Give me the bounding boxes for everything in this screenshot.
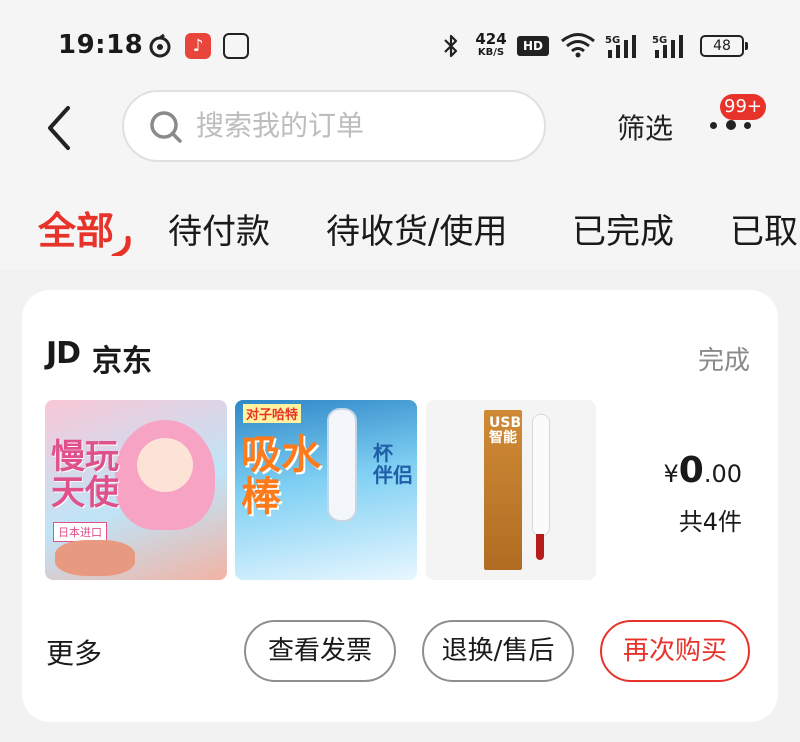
search-placeholder: 搜索我的订单 (196, 109, 365, 142)
product-image-title: 吸水 棒 (241, 434, 321, 518)
filter-button[interactable]: 筛选 (617, 107, 673, 147)
shop-name[interactable]: 京东 (92, 336, 152, 380)
product-image-tag: 日本进口 (53, 522, 107, 542)
tab-pending-receipt[interactable]: 待收货/使用 (326, 204, 507, 253)
bluetooth-icon (444, 34, 458, 58)
product-image-title-line: 棒 (241, 474, 281, 520)
price-decimal: .00 (703, 460, 742, 488)
signal-5g-icon-secondary: 5G (652, 35, 683, 58)
product-box-text: USB智能 (489, 415, 522, 447)
buy-again-button[interactable]: 再次购买 (600, 620, 750, 682)
tab-all[interactable]: 全部 (38, 200, 114, 255)
status-bar: 19:18 ♪ 424 KB/S HD 5G 5G 48 (0, 0, 800, 90)
network-speed-unit: KB/S (477, 47, 505, 58)
order-status: 完成 (697, 346, 750, 376)
product-image-title: 慢玩 天使 (51, 437, 119, 513)
product-image-brand: 对子哈特 (243, 404, 302, 423)
product-image-title-line: 慢玩 (51, 437, 119, 477)
product-thumbnail[interactable]: 对子哈特 吸水 棒 杯 伴侣 (235, 400, 417, 580)
more-dot (744, 122, 751, 129)
svg-text:5G: 5G (652, 35, 667, 46)
order-price: ¥0.00 (663, 450, 742, 491)
file-manager-icon (223, 33, 249, 59)
product-image-title-line: 吸水 (241, 432, 321, 478)
price-currency: ¥ (663, 460, 679, 488)
battery-level: 48 (713, 38, 731, 54)
product-image-side-line: 杯 (373, 441, 393, 465)
music-app-icon: ♪ (185, 33, 211, 59)
jd-logo: JD (46, 336, 81, 371)
product-thumbnail[interactable]: USB智能 (426, 400, 596, 580)
message-count-badge: 99+ (720, 94, 766, 120)
network-speed: 424 KB/S (474, 32, 508, 58)
product-shape (55, 540, 135, 576)
more-dot (726, 120, 736, 130)
svg-text:5G: 5G (605, 35, 620, 46)
tab-pending-payment[interactable]: 待付款 (168, 204, 270, 253)
order-tabs: 全部 待付款 待收货/使用 已完成 已取 (0, 200, 800, 256)
hd-voice-icon: HD (517, 36, 549, 56)
battery-icon: 48 (700, 35, 748, 57)
view-invoice-button[interactable]: 查看发票 (244, 620, 396, 682)
network-speed-value: 424 (475, 30, 507, 48)
search-input[interactable]: 搜索我的订单 (122, 90, 546, 162)
product-rod-image (532, 414, 550, 536)
product-image-side-line: 伴侣 (373, 463, 413, 487)
signal-5g-icon: 5G (605, 35, 636, 58)
more-dot (710, 122, 717, 129)
wifi-icon (561, 33, 595, 58)
return-aftersale-button[interactable]: 退换/售后 (422, 620, 574, 682)
order-card[interactable]: JD 京东 完成 慢玩 天使 日本进口 对子哈特 吸水 棒 杯 伴侣 USB智能… (22, 290, 778, 722)
more-actions-link[interactable]: 更多 (46, 632, 102, 672)
anime-character-face (137, 438, 193, 492)
status-time: 19:18 (58, 30, 144, 60)
product-image-side-text: 杯 伴侣 (373, 442, 413, 486)
product-image-title-line: 天使 (51, 472, 119, 513)
netease-music-icon (149, 33, 171, 58)
product-rod-image (327, 408, 357, 522)
product-thumbnail[interactable]: 慢玩 天使 日本进口 (45, 400, 227, 580)
product-tip-image (536, 534, 544, 560)
active-tab-indicator (111, 236, 131, 256)
search-icon (150, 111, 182, 143)
price-integer: 0 (678, 450, 704, 491)
back-button[interactable] (40, 104, 80, 152)
tab-completed[interactable]: 已完成 (572, 204, 674, 253)
item-count: 共4件 (678, 508, 742, 536)
tab-cancelled[interactable]: 已取 (730, 204, 798, 253)
